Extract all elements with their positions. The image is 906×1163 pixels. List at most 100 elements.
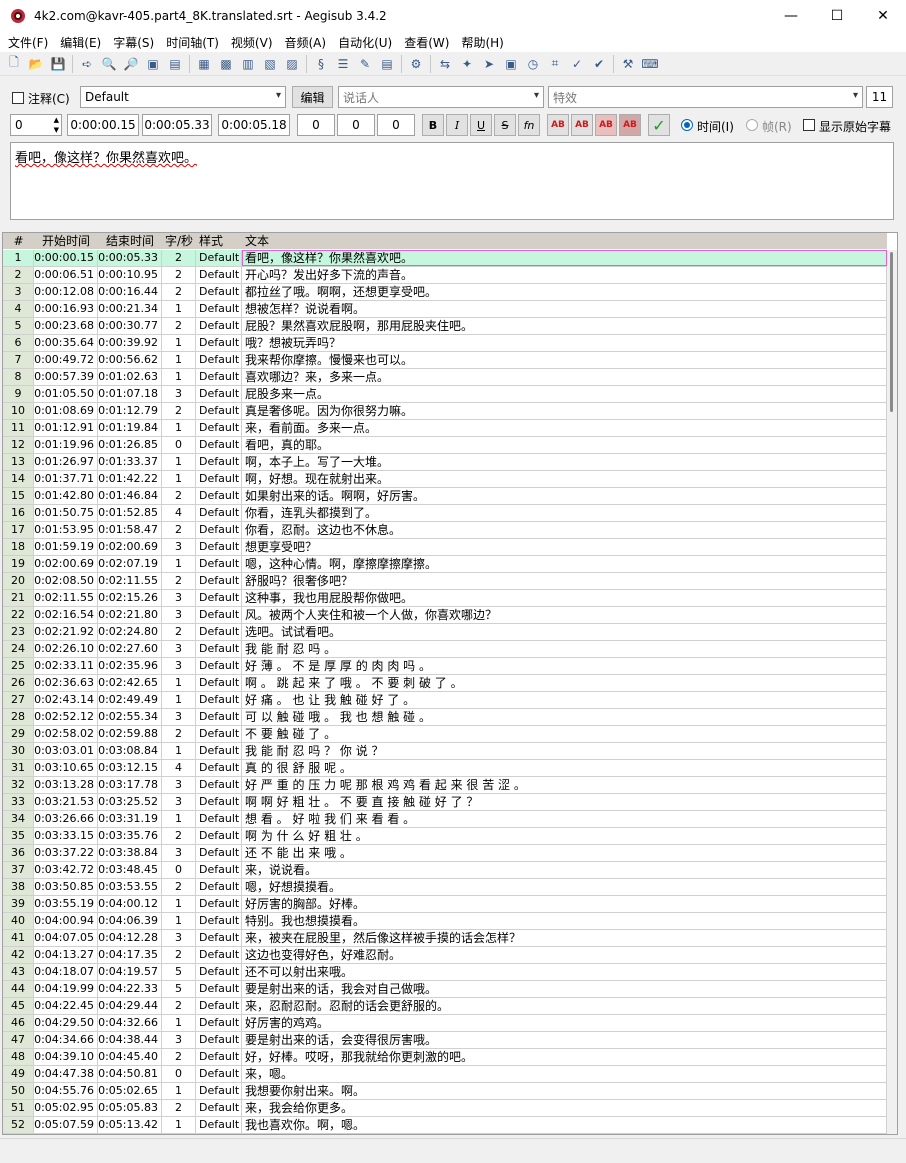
table-row[interactable]: 7 0:00:49.72 0:00:56.62 1 Default 我来帮你摩擦。慢慢来也… [3,352,887,369]
table-row[interactable]: 34 0:03:26.66 0:03:31.19 1 Default 想 看 。 好 啦 … [3,811,887,828]
hotkeys-icon[interactable]: ⌨ [641,56,658,72]
video-box-icon[interactable]: ▧ [262,56,278,72]
minimize-button[interactable]: — [768,0,814,32]
header-cps[interactable]: 字/秒 [162,233,196,249]
keyframes-icon[interactable]: ▥ [240,56,256,72]
table-row[interactable]: 48 0:04:39.10 0:04:45.40 2 Default 好，好棒。哎呀，那我… [3,1049,887,1066]
font-button[interactable]: fn [518,114,540,136]
margin-left-field[interactable]: 0 [297,114,335,136]
table-row[interactable]: 17 0:01:53.95 0:01:58.47 2 Default 你看，忍耐。这边也不… [3,522,887,539]
close-button[interactable]: ✕ [860,0,906,32]
table-row[interactable]: 14 0:01:37.71 0:01:42.22 1 Default 啊，好想。现在就射出… [3,471,887,488]
table-row[interactable]: 33 0:03:21.53 0:03:25.52 3 Default 啊 啊 好 粗 壮 … [3,794,887,811]
table-row[interactable]: 43 0:04:18.07 0:04:19.57 5 Default 还不可以射出来哦。 [3,964,887,981]
attachments-icon[interactable]: ✎ [357,56,373,72]
outline-color-button[interactable]: AB [595,114,617,136]
table-row[interactable]: 9 0:01:05.50 0:01:07.18 3 Default 屁股多来一点。 [3,386,887,403]
shadow-color-button[interactable]: AB [619,114,641,136]
table-row[interactable]: 30 0:03:03.01 0:03:08.84 1 Default 我 能 耐 忍 吗 … [3,743,887,760]
commit-icon[interactable]: ✓ [648,114,670,136]
menu-timing[interactable]: 时间轴(T) [160,34,225,51]
scrollbar-thumb[interactable] [890,252,893,412]
time-radio[interactable] [681,119,693,131]
table-row[interactable]: 24 0:02:26.10 0:02:27.60 3 Default 我 能 耐 忍 吗 … [3,641,887,658]
menu-help[interactable]: 帮助(H) [455,34,509,51]
save-file-icon[interactable]: 💾 [50,56,66,72]
table-row[interactable]: 27 0:02:43.14 0:02:49.49 1 Default 好 痛 。 也 让 … [3,692,887,709]
properties-icon[interactable]: ☰ [335,56,351,72]
spin-arrows-icon[interactable]: ▲ ▼ [54,115,59,135]
table-row[interactable]: 31 0:03:10.65 0:03:12.15 4 Default 真 的 很 舒 服 … [3,760,887,777]
table-row[interactable]: 38 0:03:50.85 0:03:53.55 2 Default 嗯，好想摸摸看。 [3,879,887,896]
maximize-button[interactable]: ☐ [814,0,860,32]
video-details-icon[interactable]: ▨ [284,56,300,72]
layer-spinner[interactable]: 0 ▲ ▼ [10,114,62,136]
automation-icon[interactable]: ⚙ [408,56,424,72]
jump-icon[interactable]: ➪ [79,56,95,72]
zoom-in-icon[interactable]: 🔍 [101,56,117,72]
menu-edit[interactable]: 编辑(E) [54,34,107,51]
table-row[interactable]: 25 0:02:33.11 0:02:35.96 3 Default 好 薄 。 不 是 … [3,658,887,675]
assistant-icon[interactable]: ◷ [525,56,541,72]
snapshot-icon[interactable]: ▣ [145,56,161,72]
table-row[interactable]: 36 0:03:37.22 0:03:38.84 3 Default 还 不 能 出 来 … [3,845,887,862]
table-row[interactable]: 23 0:02:21.92 0:02:24.80 2 Default 选吧。试试看吧。 [3,624,887,641]
snapshot-copy-icon[interactable]: ▤ [167,56,183,72]
table-row[interactable]: 49 0:04:47.38 0:04:50.81 0 Default 来，嗯。 [3,1066,887,1083]
table-row[interactable]: 5 0:00:23.68 0:00:30.77 2 Default 屁股？果然喜欢屁股啊，… [3,318,887,335]
margin-right-field[interactable]: 0 [337,114,375,136]
menu-audio[interactable]: 音频(A) [279,34,333,51]
header-start-time[interactable]: 开始时间 [34,233,98,249]
table-row[interactable]: 15 0:01:42.80 0:01:46.84 2 Default 如果射出来的话。啊啊… [3,488,887,505]
menu-view[interactable]: 查看(W) [398,34,455,51]
edit-style-button[interactable]: 编辑 [292,86,333,108]
table-row[interactable]: 8 0:00:57.39 0:01:02.63 1 Default 喜欢哪边？来，多来一点… [3,369,887,386]
new-file-icon[interactable]: 🗋 [6,55,22,72]
actor-input[interactable]: 说话人 ▾ [338,86,544,108]
table-row[interactable]: 26 0:02:36.63 0:02:42.65 1 Default 啊 。 跳 起 来 … [3,675,887,692]
table-row[interactable]: 39 0:03:55.19 0:04:00.12 1 Default 好厉害的胸部。好棒。 [3,896,887,913]
shift-times-icon[interactable]: ⇆ [437,56,453,72]
table-row[interactable]: 19 0:02:00.69 0:02:07.19 1 Default 嗯，这种心情。啊，摩… [3,556,887,573]
comment-checkbox[interactable] [12,92,24,104]
table-row[interactable]: 2 0:00:06.51 0:00:10.95 2 Default 开心吗？发出好多下流的… [3,267,887,284]
table-row[interactable]: 1 0:00:00.15 0:00:05.33 2 Default 看吧，像这样？你果然喜… [3,250,887,267]
frame-radio[interactable] [746,119,758,131]
menu-subtitle[interactable]: 字幕(S) [107,34,160,51]
table-row[interactable]: 18 0:01:59.19 0:02:00.69 3 Default 想更享受吧？ [3,539,887,556]
table-row[interactable]: 52 0:05:07.59 0:05:13.42 1 Default 我也喜欢你。啊，嗯。 [3,1117,887,1134]
table-row[interactable]: 3 0:00:12.08 0:00:16.44 2 Default 都拉丝了哦。啊啊，还想… [3,284,887,301]
spell-checker-icon[interactable]: ✔ [591,56,607,72]
table-row[interactable]: 41 0:04:07.05 0:04:12.28 3 Default 来，被夹在屁股里，然… [3,930,887,947]
header-text[interactable]: 文本 [242,233,887,249]
table-row[interactable]: 47 0:04:34.66 0:04:38.44 3 Default 要是射出来的话，会变… [3,1032,887,1049]
table-row[interactable]: 6 0:00:35.64 0:00:39.92 1 Default 哦？想被玩弄吗？ [3,335,887,352]
grid-scrollbar[interactable] [887,250,897,1134]
margin-vertical-field[interactable]: 0 [377,114,415,136]
menu-video[interactable]: 视频(V) [225,34,279,51]
menu-file[interactable]: 文件(F) [2,34,54,51]
show-original-checkbox[interactable] [803,119,815,131]
underline-button[interactable]: U [470,114,492,136]
table-row[interactable]: 16 0:01:50.75 0:01:52.85 4 Default 你看，连乳头都摸到了… [3,505,887,522]
bold-button[interactable]: B [422,114,444,136]
table-row[interactable]: 45 0:04:22.45 0:04:29.44 2 Default 来，忍耐忍耐。忍耐的… [3,998,887,1015]
open-file-icon[interactable]: 📂 [28,56,44,72]
secondary-color-button[interactable]: AB [571,114,593,136]
header-number[interactable]: # [3,233,34,249]
subtitle-grid[interactable]: # 开始时间 结束时间 字/秒 样式 文本 1 0:00:00.15 0:00:05… [2,232,898,1135]
table-row[interactable]: 11 0:01:12.91 0:01:19.84 1 Default 来，看前面。多来一点… [3,420,887,437]
duration-field[interactable]: 0:00:05.18 [218,114,290,136]
table-row[interactable]: 10 0:01:08.69 0:01:12.79 2 Default 真是奢侈呢。因为你很… [3,403,887,420]
zoom-out-icon[interactable]: 🔎 [123,56,139,72]
video-detach-icon[interactable]: ▦ [196,56,212,72]
table-row[interactable]: 29 0:02:58.02 0:02:59.88 2 Default 不 要 触 碰 了 … [3,726,887,743]
styles-manager-icon[interactable]: § [313,56,329,72]
italic-button[interactable]: I [446,114,468,136]
table-row[interactable]: 40 0:04:00.94 0:04:06.39 1 Default 特别。我也想摸摸看。 [3,913,887,930]
fonts-collector-icon[interactable]: ▤ [379,56,395,72]
table-row[interactable]: 44 0:04:19.99 0:04:22.33 5 Default 要是射出来的话，我会… [3,981,887,998]
table-row[interactable]: 4 0:00:16.93 0:00:21.34 1 Default 想被怎样？说说看啊。 [3,301,887,318]
table-row[interactable]: 12 0:01:19.96 0:01:26.85 0 Default 看吧，真的耶。 [3,437,887,454]
table-row[interactable]: 51 0:05:02.95 0:05:05.83 2 Default 来，我会给你更多。 [3,1100,887,1117]
